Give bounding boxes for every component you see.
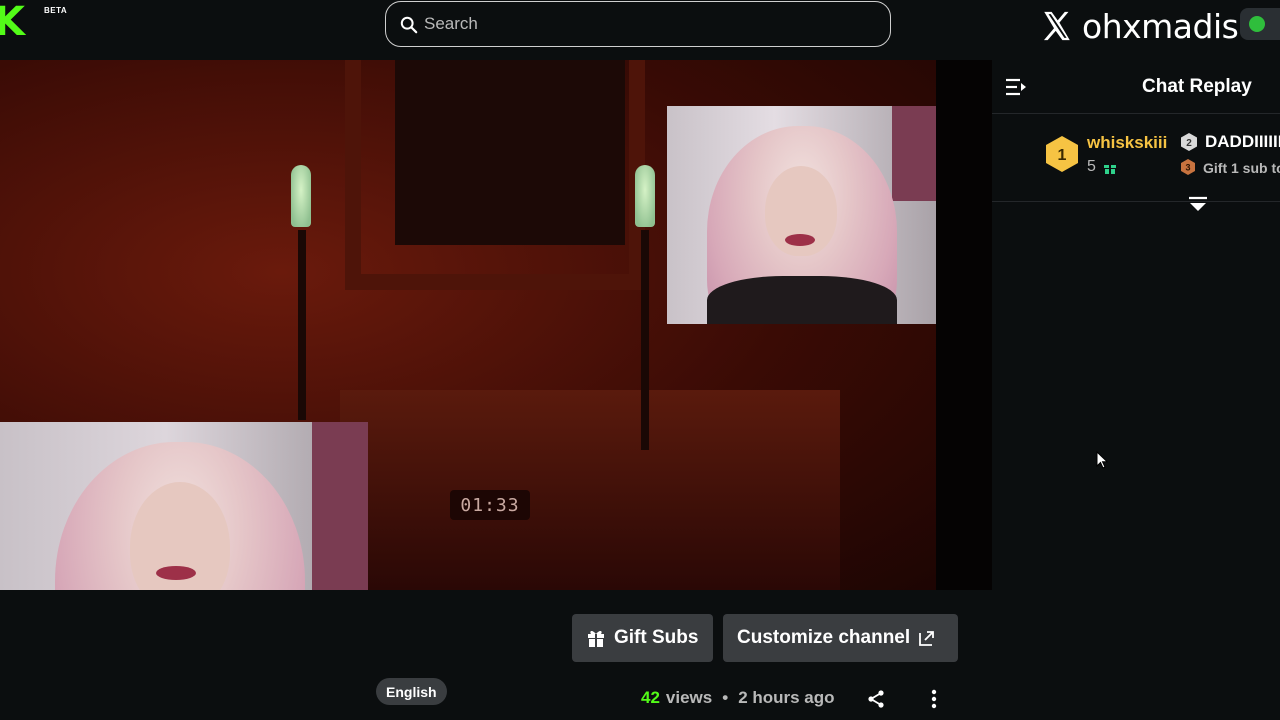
search-bar[interactable] <box>385 1 891 47</box>
mouse-cursor-icon <box>1096 451 1108 469</box>
gifter-1-name[interactable]: whiskskiii <box>1087 133 1167 153</box>
chat-header: Chat Replay <box>992 60 1280 114</box>
more-vertical-icon[interactable] <box>926 688 942 710</box>
search-input[interactable] <box>424 2 864 45</box>
rank-3-number: 3 <box>1185 163 1190 173</box>
gift-subs-label: Gift Subs <box>614 627 699 648</box>
rank-2-badge-icon: 2 <box>1181 133 1197 151</box>
gifter-2-name[interactable]: DADDIIIIII <box>1205 132 1280 152</box>
views-count: 42 <box>641 688 660 707</box>
top-gifters: 1 whiskskiii 5 2 DADDIIIIII 3 Gift 1 sub… <box>992 120 1280 202</box>
rank-2-number: 2 <box>1186 138 1192 149</box>
meta-separator: • <box>722 688 729 707</box>
scroll-down-icon[interactable] <box>1187 194 1209 216</box>
chat-title: Chat Replay <box>1142 76 1252 97</box>
views-label: views <box>665 688 713 707</box>
webcam-overlay-bottom <box>0 422 368 590</box>
time-ago: 2 hours ago <box>738 688 835 707</box>
desk-clock: 01:33 <box>450 490 530 520</box>
video-player[interactable]: 01:33 <box>0 60 992 590</box>
chat-panel: Chat Replay 1 whiskskiii 5 2 DADDIIIIII … <box>992 60 1280 720</box>
gift-icon <box>1104 165 1116 174</box>
rank-1-badge-icon: 1 <box>1046 136 1078 172</box>
app-root: K BETA ohxmadison 01:33 <box>0 0 1280 720</box>
gift-icon <box>588 630 604 647</box>
language-badge[interactable]: English <box>376 678 447 705</box>
brand-badge <box>1240 8 1280 40</box>
beta-badge: BETA <box>44 6 68 15</box>
x-logo-icon <box>1043 11 1070 41</box>
share-icon[interactable] <box>866 689 886 709</box>
customize-channel-label: Customize channel <box>737 627 911 648</box>
gifter-3-text: Gift 1 sub to <box>1203 160 1280 176</box>
webcam-overlay-top <box>667 106 936 324</box>
site-logo[interactable]: K <box>0 0 25 45</box>
top-bar: K BETA ohxmadison <box>0 0 1280 58</box>
customize-channel-button[interactable]: Customize channel <box>723 614 958 662</box>
gifter-1-count: 5 <box>1087 158 1096 175</box>
logo-text: K <box>0 0 25 45</box>
external-link-icon <box>919 631 935 646</box>
collapse-chat-icon[interactable] <box>1004 77 1028 97</box>
gift-subs-button[interactable]: Gift Subs <box>572 614 713 662</box>
rank-1-number: 1 <box>1058 147 1067 164</box>
search-icon <box>400 16 418 34</box>
stream-meta: 42 views • 2 hours ago <box>641 686 835 710</box>
rank-3-badge-icon: 3 <box>1181 159 1195 175</box>
